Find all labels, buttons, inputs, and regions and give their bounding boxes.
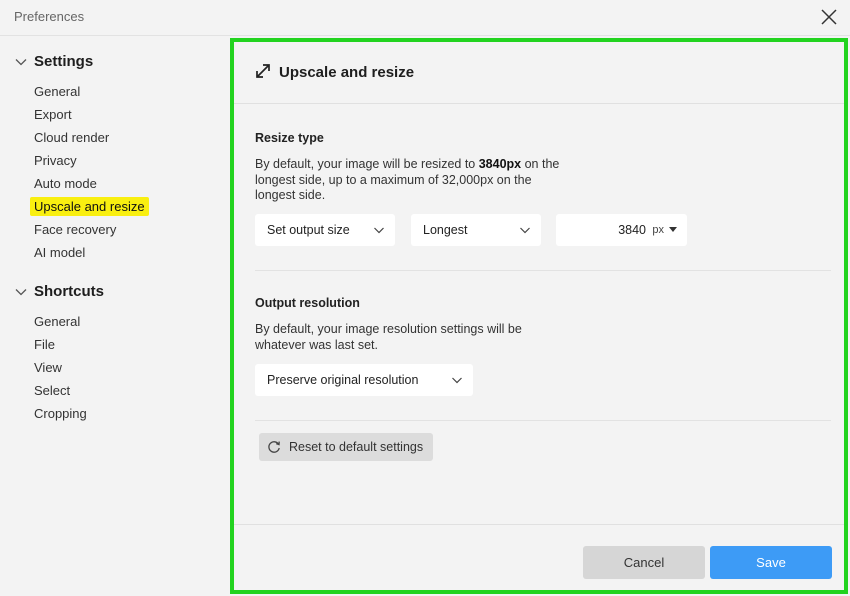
resize-mode-value: Set output size <box>267 223 350 237</box>
settings-panel: Upscale and resize Resize type By defaul… <box>230 38 848 594</box>
chevron-down-icon <box>452 377 462 384</box>
caret-down-icon[interactable] <box>669 227 677 233</box>
sidebar-item-privacy[interactable]: Privacy <box>30 151 81 170</box>
close-icon[interactable] <box>818 6 840 28</box>
unit-selector[interactable]: px <box>652 224 664 236</box>
resize-side-value: Longest <box>423 223 468 237</box>
resize-arrows-icon <box>256 64 270 78</box>
resize-mode-dropdown[interactable]: Set output size <box>255 214 395 246</box>
panel-header: Upscale and resize <box>234 42 844 104</box>
shortcuts-group-label: Shortcuts <box>34 283 105 300</box>
dialog-footer: Cancel Save <box>234 524 844 590</box>
chevron-down-icon <box>374 227 384 234</box>
settings-group-toggle[interactable]: Settings <box>14 53 93 70</box>
window-title: Preferences <box>14 9 85 24</box>
output-size-value: 3840 <box>618 223 646 237</box>
sidebar-item-upscale-and-resize[interactable]: Upscale and resize <box>30 197 149 216</box>
cancel-button[interactable]: Cancel <box>583 546 705 579</box>
chevron-down-icon <box>15 58 27 65</box>
section-divider <box>255 270 831 271</box>
output-resolution-description: By default, your image resolution settin… <box>255 322 522 352</box>
resize-type-title: Resize type <box>255 131 324 145</box>
sidebar-item-ai-model[interactable]: AI model <box>30 243 89 262</box>
sidebar-item-shortcuts-general[interactable]: General <box>30 312 84 331</box>
chevron-down-icon <box>15 288 27 295</box>
sidebar-item-auto-mode[interactable]: Auto mode <box>30 174 101 193</box>
settings-group-label: Settings <box>34 53 94 70</box>
output-size-input[interactable]: 3840 px <box>556 214 687 246</box>
sidebar-item-cloud-render[interactable]: Cloud render <box>30 128 113 147</box>
sidebar-item-face-recovery[interactable]: Face recovery <box>30 220 120 239</box>
output-resolution-title: Output resolution <box>255 296 360 310</box>
section-divider <box>255 420 831 421</box>
title-bar: Preferences <box>0 0 850 36</box>
chevron-down-icon <box>520 227 530 234</box>
sidebar-item-view[interactable]: View <box>30 358 66 377</box>
output-resolution-dropdown[interactable]: Preserve original resolution <box>255 364 473 396</box>
reset-defaults-label: Reset to default settings <box>289 440 424 454</box>
reset-defaults-button[interactable]: Reset to default settings <box>259 433 433 461</box>
sidebar-item-file[interactable]: File <box>30 335 59 354</box>
output-resolution-value: Preserve original resolution <box>267 373 419 387</box>
resize-side-dropdown[interactable]: Longest <box>411 214 541 246</box>
page-title: Upscale and resize <box>279 64 415 81</box>
save-button[interactable]: Save <box>710 546 832 579</box>
sidebar-item-general[interactable]: General <box>30 82 84 101</box>
resize-type-description: By default, your image will be resized t… <box>255 157 560 202</box>
sidebar-item-select[interactable]: Select <box>30 381 74 400</box>
sidebar: Settings General Export Cloud render Pri… <box>0 37 229 596</box>
shortcuts-group-toggle[interactable]: Shortcuts <box>14 283 104 300</box>
sidebar-item-export[interactable]: Export <box>30 105 76 124</box>
reset-icon <box>268 441 280 453</box>
sidebar-item-cropping[interactable]: Cropping <box>30 404 91 423</box>
